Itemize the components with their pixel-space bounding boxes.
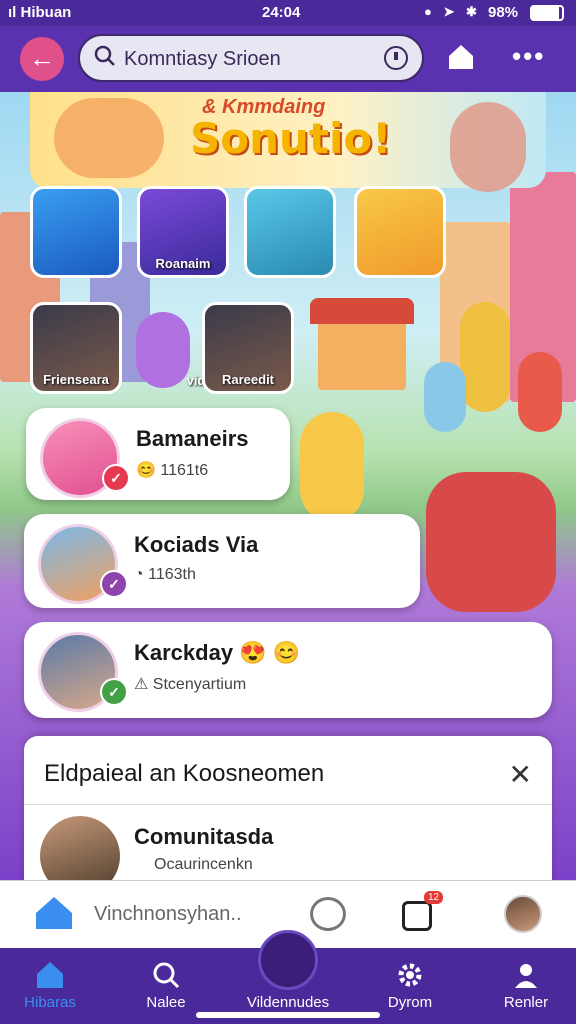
divider <box>24 804 552 805</box>
composer-input[interactable]: Vinchnonsyhan.. <box>94 903 242 926</box>
house-roof <box>310 298 414 324</box>
search-input[interactable]: Komntiasy Srioen <box>78 34 424 82</box>
carrier-label: ıl Hibuan <box>8 4 72 21</box>
list-item-title: Karckday 😍 😊 <box>134 640 301 665</box>
nav-item-settings[interactable]: Dyrom <box>360 960 460 1011</box>
character-illustration <box>518 352 562 432</box>
arrow-left-icon: ← <box>29 43 55 73</box>
more-icon[interactable]: ••• <box>512 41 545 72</box>
list-item-title: Bamaneirs <box>136 426 249 451</box>
list-item-title: Kociads Via <box>134 532 259 557</box>
clock: 24:04 <box>262 4 301 21</box>
battery-icon <box>530 5 564 21</box>
home-indicator <box>196 1012 380 1018</box>
status-icons: ● ➤ ✱ <box>424 4 481 19</box>
list-item-title-text: Karckday <box>134 640 234 665</box>
list-item[interactable]: ✓ Kociads Via ◔ 1163th <box>24 514 420 608</box>
app-tile[interactable] <box>244 186 336 278</box>
close-icon[interactable]: ✕ <box>509 758 532 791</box>
battery-percent: 98% <box>488 4 519 21</box>
list-item-meta: 😊 1161t6 <box>136 462 209 479</box>
video-icon <box>273 960 303 990</box>
panel-title: Eldpaieal an Koosneomen <box>44 760 325 787</box>
gear-icon <box>398 963 422 987</box>
app-tile[interactable] <box>354 186 446 278</box>
home-icon[interactable] <box>446 42 476 72</box>
list-item-meta: ⚠ Stcenyartium <box>134 676 247 693</box>
search-icon <box>94 45 115 66</box>
list-item-meta-text: 1161t6 <box>160 462 209 479</box>
search-icon <box>153 962 180 989</box>
character-illustration <box>300 412 364 522</box>
list-item[interactable]: ✓ Bamaneirs 😊 1161t6 <box>26 408 290 500</box>
chat-icon[interactable] <box>310 897 346 931</box>
list-item-meta: Ocaurincenkn <box>154 856 253 873</box>
list-item-meta-text: 1163th <box>148 566 196 583</box>
character-illustration <box>426 472 556 612</box>
top-bar: ← Komntiasy Srioen ••• <box>0 26 576 92</box>
nav-item-home[interactable]: Hibaras <box>0 960 100 1011</box>
character-illustration: vid <box>136 312 205 388</box>
tile-label: Roanaim <box>155 256 211 271</box>
promo-banner[interactable]: & Kmmdaing Sonutio! <box>30 92 546 192</box>
notification-badge: 12 <box>424 891 444 904</box>
app-tile[interactable]: Roanaim <box>137 186 229 278</box>
nav-label: Renler <box>503 994 549 1011</box>
back-button[interactable]: ← <box>20 37 64 81</box>
photo-tile[interactable]: Frienseara <box>30 302 122 394</box>
app-tile[interactable] <box>30 186 122 278</box>
avatar[interactable] <box>504 895 542 933</box>
nav-label: Nalee <box>146 994 186 1011</box>
character-illustration <box>450 102 526 192</box>
list-item-meta: ◔ 1163th <box>134 566 196 583</box>
photo-tile[interactable]: Rareedit <box>202 302 294 394</box>
character-illustration <box>424 362 466 432</box>
home-icon[interactable] <box>34 895 74 931</box>
status-badge: ✓ <box>102 464 130 492</box>
tile-label: Frienseara <box>43 372 109 387</box>
nav-item-profile[interactable]: Renler <box>476 960 576 1011</box>
tile-label: Rareedit <box>221 372 275 387</box>
home-icon <box>37 962 63 988</box>
list-item[interactable]: ✓ Karckday 😍 😊 ⚠ Stcenyartium <box>24 622 552 718</box>
nav-label: Hibaras <box>24 994 76 1011</box>
nav-label: Vildennudes <box>246 994 330 1011</box>
nav-item-search[interactable]: Nalee <box>116 960 216 1011</box>
status-bar: ıl Hibuan 24:04 ● ➤ ✱ 98% <box>0 0 576 26</box>
profile-icon <box>515 964 537 988</box>
character-illustration <box>460 302 510 412</box>
community-panel: Eldpaieal an Koosneomen ✕ Comunitasda Oc… <box>24 736 552 896</box>
banner-title: Sonutio! <box>190 114 392 163</box>
nav-item-videos[interactable]: Vildennudes <box>238 960 338 1011</box>
character-illustration <box>54 98 164 178</box>
list-item-title: Comunitasda <box>134 824 274 849</box>
status-badge: ✓ <box>100 570 128 598</box>
status-badge: ✓ <box>100 678 128 706</box>
gallery-icon[interactable] <box>402 901 432 931</box>
list-item-meta-text: Stcenyartium <box>152 676 247 693</box>
nav-label: Dyrom <box>387 994 433 1011</box>
record-icon[interactable] <box>384 46 408 70</box>
search-value: Komntiasy Srioen <box>124 48 281 70</box>
